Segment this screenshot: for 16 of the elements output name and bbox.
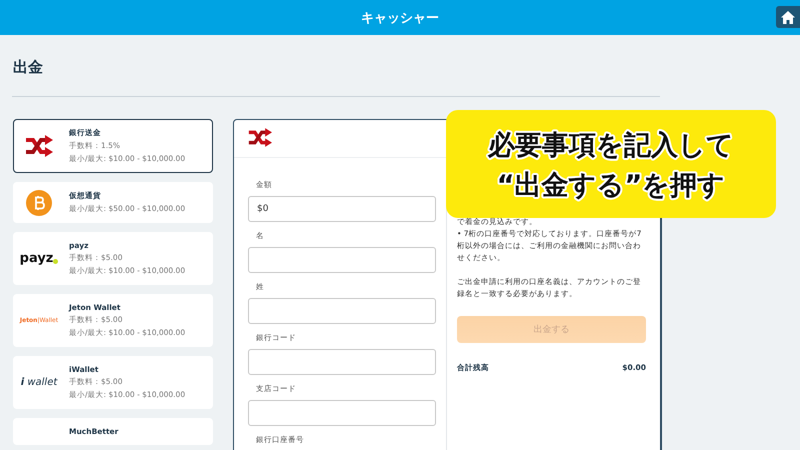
shuffle-arrows-icon bbox=[248, 128, 272, 147]
input-field[interactable]: $0 bbox=[248, 196, 436, 222]
input-field[interactable] bbox=[248, 298, 436, 324]
callout-text: “出金する”を押す bbox=[496, 170, 726, 201]
input-field[interactable] bbox=[248, 247, 436, 273]
input-field[interactable] bbox=[248, 400, 436, 426]
home-icon bbox=[781, 10, 795, 24]
bitcoin-icon bbox=[26, 190, 52, 216]
home-button[interactable] bbox=[776, 6, 800, 28]
page-title: 出金 bbox=[12, 57, 44, 78]
callout-text: 必要事項を記入して bbox=[488, 130, 734, 161]
iwallet-logo: i wallet bbox=[20, 377, 58, 388]
payz-logo: payz bbox=[20, 251, 58, 266]
header-title: キャッシャー bbox=[361, 10, 439, 26]
shuffle-arrows-icon bbox=[25, 135, 53, 157]
input-field[interactable] bbox=[248, 349, 436, 375]
